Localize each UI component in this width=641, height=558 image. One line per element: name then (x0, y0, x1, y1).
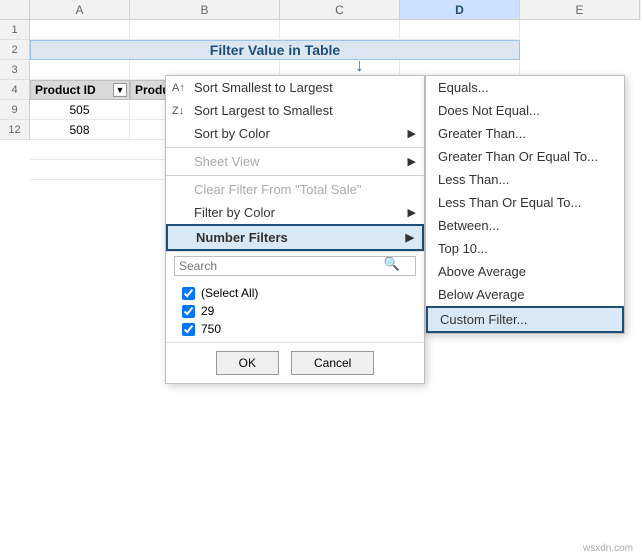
sort-asc-icon: A↑ (172, 82, 185, 94)
menu-buttons: OK Cancel (166, 342, 424, 383)
cell-3-b (30, 60, 130, 80)
sort-color-arrow-icon: ▶ (408, 127, 416, 140)
title-cell: Filter Value in Table (30, 40, 520, 60)
submenu-between[interactable]: Between... (426, 214, 624, 237)
row-header-12: 12 (0, 120, 29, 140)
sort-desc-icon: Z↓ (172, 105, 184, 117)
cell-1-d (280, 20, 400, 40)
filter-color-arrow-icon: ▶ (408, 206, 416, 219)
col-header-index (0, 0, 30, 19)
menu-sort-color[interactable]: Sort by Color ▶ (166, 122, 424, 145)
header-product-id-label: Product ID (35, 83, 96, 97)
submenu-equals[interactable]: Equals... (426, 76, 624, 99)
menu-sort-smallest[interactable]: A↑ Sort Smallest to Largest (166, 76, 424, 99)
submenu-greater-than-label: Greater Than... (438, 126, 526, 141)
search-box-wrap: 🔍 (166, 251, 424, 280)
checkbox-750[interactable]: 750 (182, 320, 416, 338)
menu-sheet-view-label: Sheet View (194, 154, 260, 169)
submenu: Equals... Does Not Equal... Greater Than… (425, 75, 625, 334)
submenu-custom-filter[interactable]: Custom Filter... (426, 306, 624, 333)
submenu-not-equal[interactable]: Does Not Equal... (426, 99, 624, 122)
menu-sort-smallest-label: Sort Smallest to Largest (194, 80, 333, 95)
ok-button[interactable]: OK (216, 351, 279, 375)
cell-1-c (130, 20, 280, 40)
submenu-not-equal-label: Does Not Equal... (438, 103, 540, 118)
submenu-less-than-label: Less Than... (438, 172, 509, 187)
grid-row-1 (30, 20, 641, 40)
menu-sheet-view: Sheet View ▶ (166, 150, 424, 173)
menu-sep-2 (166, 175, 424, 176)
checkbox-29[interactable]: 29 (182, 302, 416, 320)
submenu-between-label: Between... (438, 218, 499, 233)
search-container: 🔍 (174, 256, 416, 276)
blue-arrow-indicator: ↓ (355, 55, 364, 76)
submenu-greater-than[interactable]: Greater Than... (426, 122, 624, 145)
grid-row-2: Filter Value in Table (30, 40, 641, 60)
cancel-button[interactable]: Cancel (291, 351, 374, 375)
menu-clear-filter: Clear Filter From "Total Sale" (166, 178, 424, 201)
submenu-above-avg-label: Above Average (438, 264, 526, 279)
context-menu: A↑ Sort Smallest to Largest Z↓ Sort Larg… (165, 75, 425, 384)
menu-filter-color[interactable]: Filter by Color ▶ (166, 201, 424, 224)
checkbox-750-label: 750 (201, 322, 221, 336)
row-header-1: 1 (0, 20, 29, 40)
watermark: wsxdn.com (583, 543, 633, 554)
menu-sep-1 (166, 147, 424, 148)
submenu-greater-equal[interactable]: Greater Than Or Equal To... (426, 145, 624, 168)
search-icon: 🔍 (384, 256, 400, 272)
row-header-9: 9 (0, 100, 29, 120)
checkbox-select-all-input[interactable] (182, 287, 195, 300)
col-header-a: A (30, 0, 130, 19)
cell-1-e (400, 20, 520, 40)
col-header-e: E (520, 0, 640, 19)
submenu-less-equal[interactable]: Less Than Or Equal To... (426, 191, 624, 214)
submenu-top10[interactable]: Top 10... (426, 237, 624, 260)
checkbox-list: (Select All) 29 750 (166, 280, 424, 342)
sheet-view-arrow-icon: ▶ (408, 155, 416, 168)
row-header-2: 2 (0, 40, 29, 60)
menu-clear-filter-label: Clear Filter From "Total Sale" (194, 182, 361, 197)
row-header-3: 3 (0, 60, 29, 80)
checkbox-29-input[interactable] (182, 305, 195, 318)
menu-sort-color-label: Sort by Color (194, 126, 270, 141)
submenu-top10-label: Top 10... (438, 241, 488, 256)
checkbox-750-input[interactable] (182, 323, 195, 336)
col-header-b: B (130, 0, 280, 19)
menu-number-filters-label: Number Filters (196, 230, 288, 245)
column-headers: A B C D E (0, 0, 641, 20)
menu-filter-color-label: Filter by Color (194, 205, 275, 220)
menu-number-filters[interactable]: Number Filters ▶ (166, 224, 424, 251)
col-header-d: D (400, 0, 520, 19)
cell-12-b: 508 (30, 120, 130, 140)
spreadsheet: A B C D E 1 2 3 4 9 12 Filter Value in T… (0, 0, 641, 558)
submenu-greater-equal-label: Greater Than Or Equal To... (438, 149, 598, 164)
submenu-equals-label: Equals... (438, 80, 489, 95)
submenu-less-than[interactable]: Less Than... (426, 168, 624, 191)
menu-sort-largest[interactable]: Z↓ Sort Largest to Smallest (166, 99, 424, 122)
row-headers: 1 2 3 4 9 12 (0, 20, 30, 140)
checkbox-29-label: 29 (201, 304, 214, 318)
cell-9-b: 505 (30, 100, 130, 120)
filter-btn-product-id[interactable]: ▼ (113, 83, 127, 97)
menu-sort-largest-label: Sort Largest to Smallest (194, 103, 333, 118)
search-input[interactable] (174, 256, 416, 276)
submenu-custom-filter-label: Custom Filter... (440, 312, 527, 327)
submenu-below-avg-label: Below Average (438, 287, 525, 302)
checkbox-select-all-label: (Select All) (201, 286, 258, 300)
row-header-4: 4 (0, 80, 29, 100)
submenu-above-avg[interactable]: Above Average (426, 260, 624, 283)
submenu-less-equal-label: Less Than Or Equal To... (438, 195, 581, 210)
header-product-id[interactable]: Product ID ▼ (30, 80, 130, 100)
col-header-c: C (280, 0, 400, 19)
cell-1-b (30, 20, 130, 40)
spreadsheet-title: Filter Value in Table (210, 42, 340, 58)
number-filters-arrow-icon: ▶ (406, 231, 414, 244)
checkbox-select-all[interactable]: (Select All) (182, 284, 416, 302)
submenu-below-avg[interactable]: Below Average (426, 283, 624, 306)
